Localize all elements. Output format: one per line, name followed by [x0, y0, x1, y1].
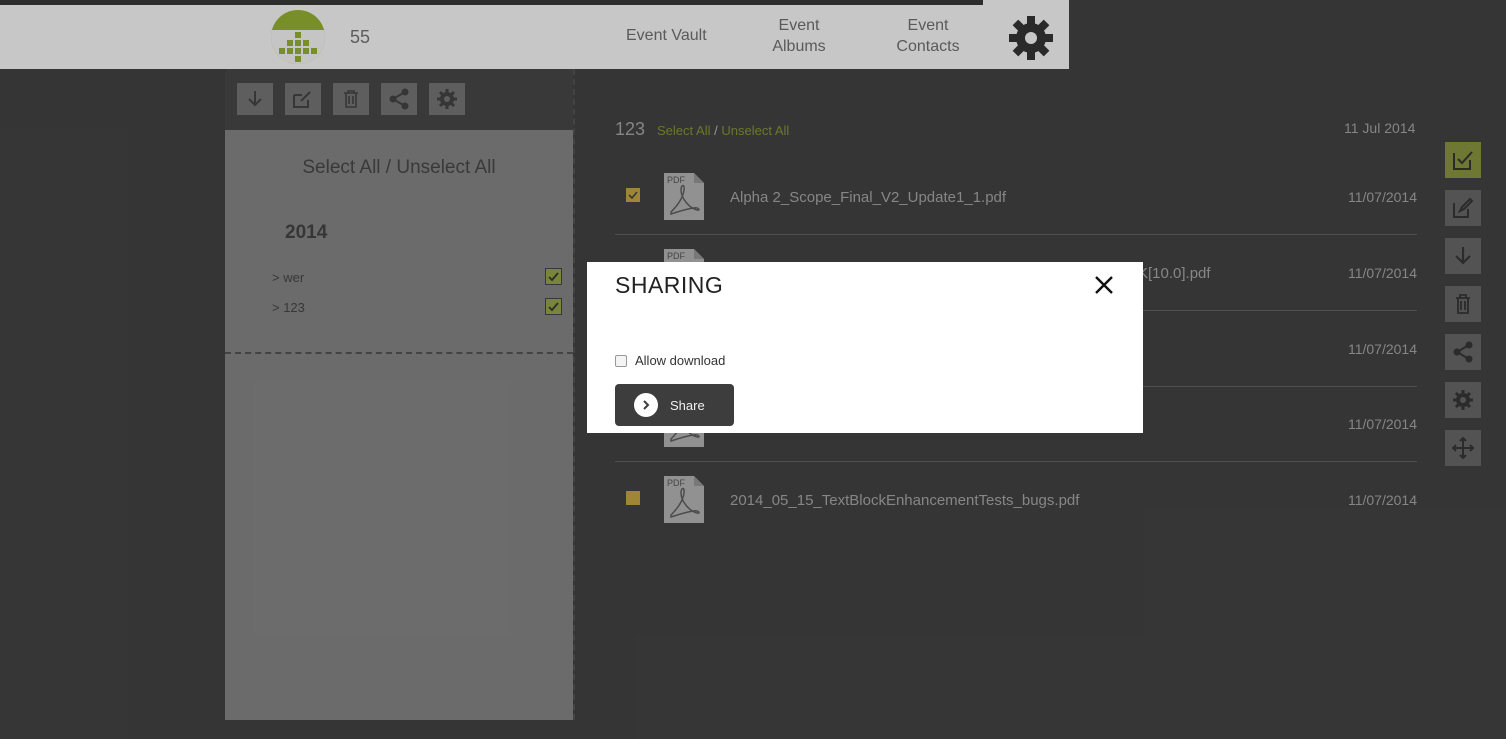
allow-download-row[interactable]: Allow download	[615, 353, 725, 368]
share-button-label: Share	[670, 397, 705, 413]
allow-download-checkbox[interactable]	[615, 354, 627, 367]
dialog-title: SHARING	[615, 272, 724, 298]
close-icon[interactable]	[1092, 273, 1116, 297]
sharing-dialog: SHARING Allow download Share	[587, 262, 1143, 433]
chevron-right-icon	[634, 393, 658, 417]
allow-download-label[interactable]: Allow download	[635, 353, 725, 368]
share-button[interactable]: Share	[615, 384, 734, 426]
